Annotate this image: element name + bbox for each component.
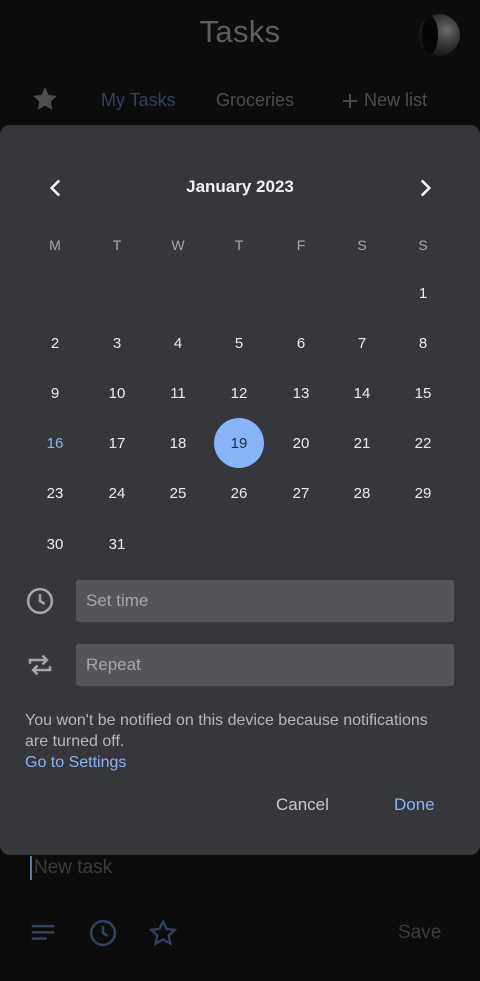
save-button[interactable]: Save [398, 922, 441, 944]
details-icon[interactable] [28, 918, 58, 948]
calendar-day[interactable]: 26 [214, 468, 264, 518]
calendar-day[interactable]: 7 [337, 318, 387, 368]
calendar-day[interactable]: 18 [153, 418, 203, 468]
calendar-day[interactable]: 25 [153, 468, 203, 518]
calendar-day[interactable]: 24 [92, 468, 142, 518]
calendar-day[interactable]: 6 [276, 318, 326, 368]
weekday-label: S [357, 237, 367, 253]
clock-icon[interactable] [88, 918, 118, 948]
app-title: Tasks [199, 14, 281, 49]
clock-icon [26, 587, 54, 615]
calendar-day[interactable]: 11 [153, 368, 203, 418]
tab-my-tasks[interactable]: My Tasks [101, 90, 176, 111]
plus-icon [343, 94, 357, 108]
calendar-day[interactable]: 2 [30, 318, 80, 368]
set-time-field[interactable]: Set time [76, 580, 454, 622]
calendar-day[interactable]: 27 [276, 468, 326, 518]
weekday-label: S [418, 237, 428, 253]
weekday-label: W [171, 237, 185, 253]
calendar-day[interactable]: 23 [30, 468, 80, 518]
tab-groceries[interactable]: Groceries [216, 90, 294, 111]
calendar-day[interactable]: 8 [398, 318, 448, 368]
star-icon[interactable] [148, 918, 178, 948]
calendar-day[interactable]: 21 [337, 418, 387, 468]
calendar-day[interactable]: 20 [276, 418, 326, 468]
calendar-day[interactable]: 15 [398, 368, 448, 418]
weekday-label: T [112, 237, 122, 253]
calendar-day[interactable]: 14 [337, 368, 387, 418]
calendar-day[interactable]: 10 [92, 368, 142, 418]
new-list-label: New list [364, 90, 428, 110]
calendar-day[interactable]: 29 [398, 468, 448, 518]
calendar-day[interactable]: 13 [276, 368, 326, 418]
calendar-day[interactable]: 4 [153, 318, 203, 368]
new-task-input[interactable]: New task [30, 856, 112, 880]
new-list-button[interactable]: New list [342, 90, 427, 111]
calendar-day[interactable]: 3 [92, 318, 142, 368]
calendar-day-selected[interactable]: 19 [214, 418, 264, 468]
done-button[interactable]: Done [394, 795, 435, 815]
calendar-day[interactable]: 31 [92, 519, 142, 569]
calendar-day[interactable]: 30 [30, 519, 80, 569]
calendar-day[interactable]: 5 [214, 318, 264, 368]
weekday-label: M [49, 237, 61, 253]
chevron-right-icon[interactable] [412, 175, 438, 201]
repeat-icon [28, 654, 52, 676]
repeat-field[interactable]: Repeat [76, 644, 454, 686]
cancel-button[interactable]: Cancel [276, 795, 329, 815]
weekday-label: F [296, 237, 306, 253]
calendar-day[interactable]: 9 [30, 368, 80, 418]
calendar-day[interactable]: 28 [337, 468, 387, 518]
calendar-day[interactable]: 12 [214, 368, 264, 418]
weekday-label: T [234, 237, 244, 253]
date-picker-dialog: January 2023 M T W T F S S 1 2 3 4 5 6 7 8 9 10 11… [0, 125, 480, 855]
calendar-header: January 2023 [0, 175, 480, 201]
notification-notice: You won't be notified on this device bec… [25, 712, 428, 750]
avatar[interactable] [418, 14, 460, 56]
calendar-day[interactable]: 17 [92, 418, 142, 468]
calendar-day[interactable]: 1 [398, 268, 448, 318]
go-to-settings-link[interactable]: Go to Settings [25, 754, 126, 772]
calendar-day[interactable]: 22 [398, 418, 448, 468]
month-label: January 2023 [186, 177, 294, 196]
calendar-day[interactable]: 16 [30, 418, 80, 468]
